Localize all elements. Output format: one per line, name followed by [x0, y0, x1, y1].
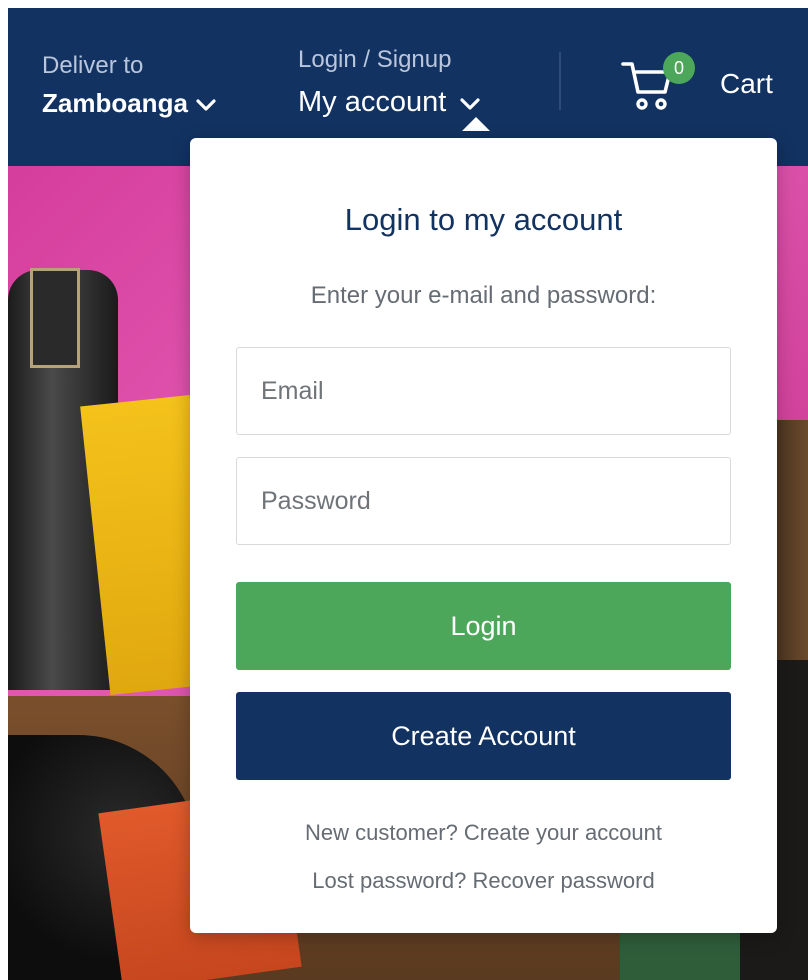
- dropdown-caret: [462, 117, 490, 131]
- chevron-down-icon: [460, 86, 480, 119]
- deliver-to-label: Deliver to: [42, 52, 144, 79]
- my-account-label: My account: [298, 86, 447, 118]
- password-field[interactable]: [236, 457, 731, 545]
- cart-link[interactable]: Cart: [720, 68, 773, 100]
- recover-password-link[interactable]: Lost password? Recover password: [190, 868, 777, 894]
- login-dropdown-panel: Login to my account Enter your e-mail an…: [190, 138, 777, 933]
- create-account-button[interactable]: Create Account: [236, 692, 731, 780]
- login-title: Login to my account: [344, 202, 623, 237]
- login-signup-label: Login / Signup: [298, 46, 452, 73]
- create-account-link[interactable]: New customer? Create your account: [190, 820, 777, 846]
- login-subtitle: Enter your e-mail and password:: [310, 282, 657, 309]
- deliver-location-selector[interactable]: Zamboanga: [42, 88, 216, 119]
- my-account-dropdown[interactable]: My account: [298, 86, 480, 119]
- page: Deliver to Zamboanga Login / Signup My a…: [0, 0, 808, 980]
- header-divider: [559, 52, 561, 110]
- deliver-city-label: Zamboanga: [42, 88, 188, 118]
- email-field[interactable]: [236, 347, 731, 435]
- login-button[interactable]: Login: [236, 582, 731, 670]
- product-bottle-neck: [30, 268, 80, 368]
- cart-count-badge: 0: [663, 52, 695, 84]
- chevron-down-icon: [196, 88, 216, 119]
